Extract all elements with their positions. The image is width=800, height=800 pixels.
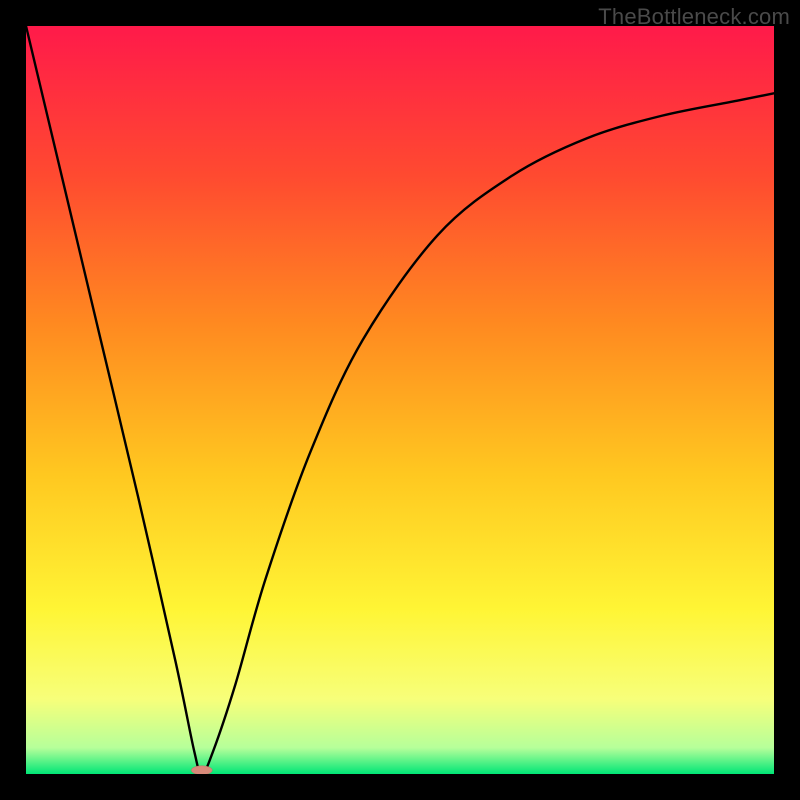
chart-frame: TheBottleneck.com (0, 0, 800, 800)
minimum-pill (191, 766, 212, 774)
plot-area (26, 26, 774, 774)
attribution-text: TheBottleneck.com (598, 4, 790, 30)
gradient-background (26, 26, 774, 774)
chart-svg (26, 26, 774, 774)
